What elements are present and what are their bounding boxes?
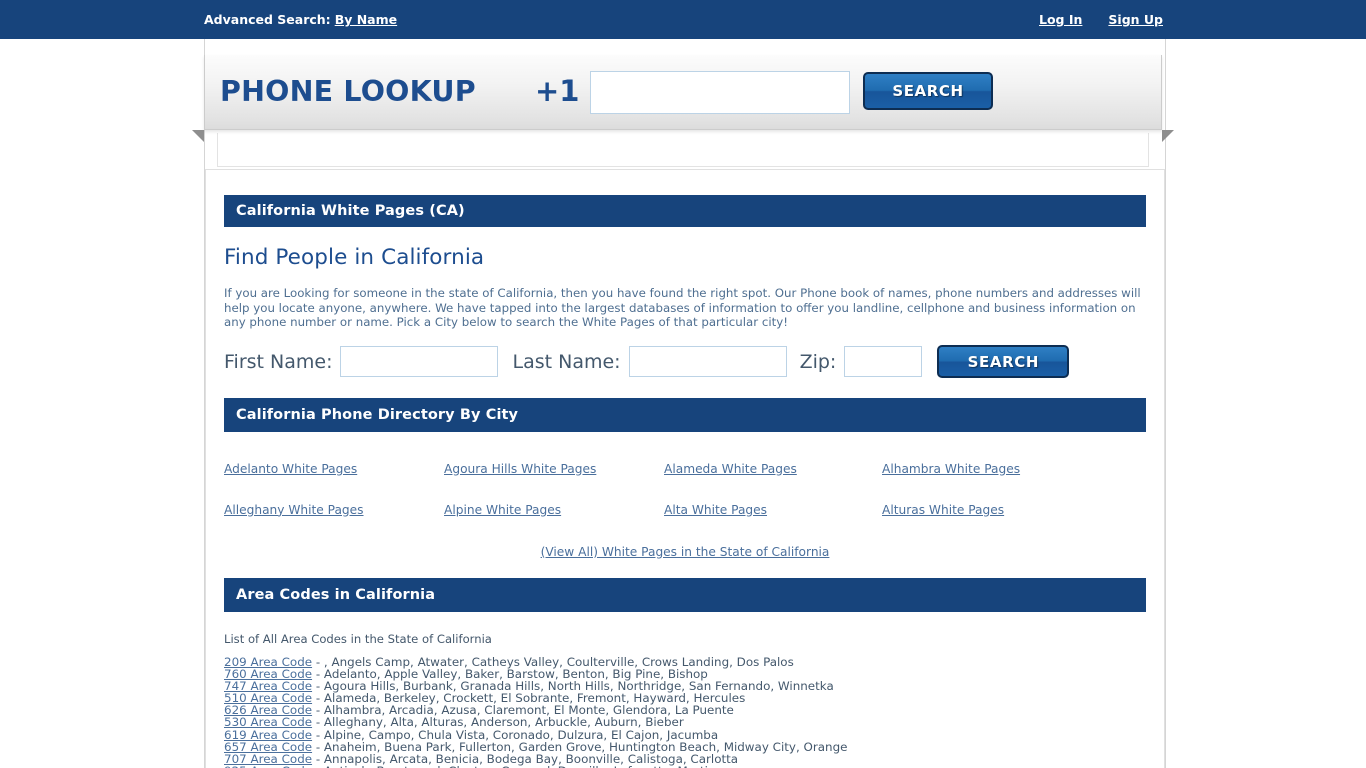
ribbon-fold-right <box>1162 130 1174 142</box>
view-all-white-pages-link[interactable]: (View All) White Pages in the State of C… <box>541 545 830 559</box>
phone-lookup-ribbon-wrapper: PHONE LOOKUP +1 SEARCH <box>0 55 1366 142</box>
main-content-card: California White Pages (CA) Find People … <box>205 169 1165 768</box>
city-directory-header: California Phone Directory By City <box>224 397 1146 432</box>
city-links-grid: Adelanto White Pages Agoura Hills White … <box>224 462 1148 517</box>
city-link[interactable]: Agoura Hills White Pages <box>444 462 664 476</box>
ribbon-fold-left <box>192 130 204 142</box>
california-white-pages-header: California White Pages (CA) <box>224 195 1146 227</box>
log-in-link[interactable]: Log In <box>1039 12 1082 27</box>
area-code-link[interactable]: 925 Area Code <box>224 764 312 768</box>
view-all-wrapper: (View All) White Pages in the State of C… <box>206 541 1164 560</box>
phone-search-button[interactable]: SEARCH <box>863 72 993 110</box>
page-title: Find People in California <box>224 245 485 270</box>
last-name-label: Last Name: <box>512 350 621 373</box>
city-link[interactable]: Adelanto White Pages <box>224 462 444 476</box>
city-link[interactable]: Alta White Pages <box>664 503 882 517</box>
city-link[interactable]: Alameda White Pages <box>664 462 882 476</box>
city-link[interactable]: Alleghany White Pages <box>224 503 444 517</box>
advanced-search-group: Advanced Search: By Name <box>204 12 397 27</box>
top-navigation-bar: Advanced Search: By Name Log In Sign Up <box>0 0 1366 39</box>
ribbon-under-band <box>217 133 1149 167</box>
city-link[interactable]: Alpine White Pages <box>444 503 664 517</box>
phone-lookup-ribbon: PHONE LOOKUP +1 SEARCH <box>204 55 1162 130</box>
country-code-label: +1 <box>535 74 580 108</box>
area-code-cities: - Antioch, Brentwood, Clayton, Concord, … <box>312 764 729 768</box>
city-link[interactable]: Alturas White Pages <box>882 503 1148 517</box>
area-codes-list: 209 Area Code - , Angels Camp, Atwater, … <box>224 655 1164 768</box>
advanced-search-label: Advanced Search: <box>204 12 331 27</box>
people-search-form: First Name: Last Name: Zip: SEARCH <box>224 343 1164 381</box>
last-name-input[interactable] <box>628 346 787 377</box>
people-search-button[interactable]: SEARCH <box>937 345 1070 378</box>
phone-number-input[interactable] <box>590 71 850 114</box>
zip-label: Zip: <box>799 350 837 373</box>
site-logo-phone-lookup[interactable]: PHONE LOOKUP <box>220 75 476 108</box>
first-name-label: First Name: <box>224 350 333 373</box>
intro-paragraph: If you are Looking for someone in the st… <box>224 286 1141 329</box>
first-name-input[interactable] <box>340 346 499 377</box>
area-codes-note: List of All Area Codes in the State of C… <box>224 631 492 646</box>
sign-up-link[interactable]: Sign Up <box>1108 12 1163 27</box>
city-link[interactable]: Alhambra White Pages <box>882 462 1148 476</box>
area-codes-header: Area Codes in California <box>224 577 1146 612</box>
zip-input[interactable] <box>844 346 923 377</box>
account-links: Log In Sign Up <box>1013 12 1366 27</box>
advanced-search-by-name-link[interactable]: By Name <box>335 12 397 27</box>
